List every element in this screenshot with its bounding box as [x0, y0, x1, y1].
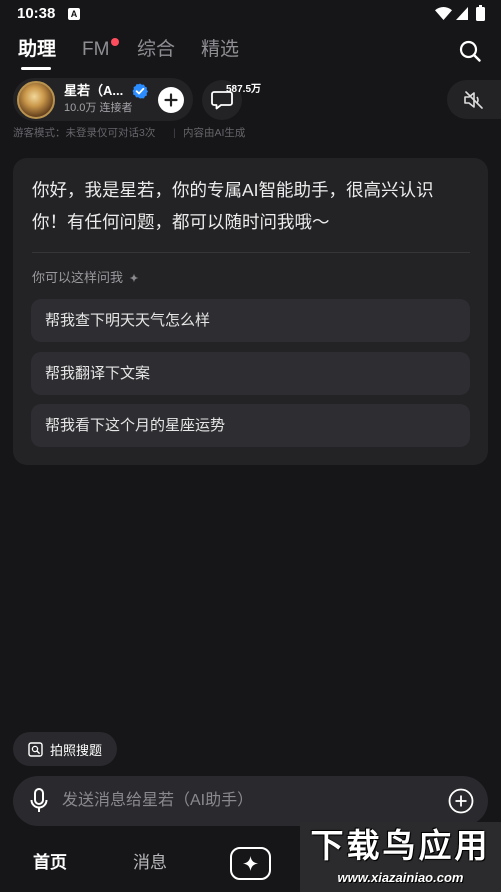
nav-messages[interactable]: 消息: [133, 853, 167, 873]
suggestion-horoscope[interactable]: 帮我看下这个月的星座运势: [31, 404, 470, 447]
plus-icon: [164, 93, 178, 107]
greeting-message: 你好，我是星若，你的专属AI智能助手，很高兴认识 你！有任何问题，都可以随时问我…: [32, 174, 434, 238]
active-tab-indicator: [21, 67, 51, 70]
watermark: 下载鸟应用 www.xiazainiao.com: [300, 822, 501, 892]
nav-home[interactable]: 首页: [33, 853, 67, 873]
avatar[interactable]: [17, 81, 55, 119]
battery-icon: [476, 5, 485, 21]
suggestion-weather[interactable]: 帮我查下明天天气怎么样: [31, 299, 470, 342]
sparkle-icon: [129, 273, 139, 283]
create-button[interactable]: [230, 847, 271, 880]
microphone-icon[interactable]: [30, 788, 48, 814]
signal-icon: [456, 7, 468, 20]
fm-badge-dot: [111, 38, 119, 46]
photo-search-label[interactable]: 拍照搜题: [50, 740, 102, 759]
watermark-title: 下载鸟应用: [310, 827, 491, 864]
follower-count: 10.0万 连接者: [64, 102, 133, 114]
speaker-mute-icon: [464, 90, 483, 109]
photo-search-button[interactable]: 拍照搜题: [13, 732, 117, 766]
verified-icon: [132, 83, 148, 99]
follow-button[interactable]: [158, 87, 184, 113]
greeting-line: 你！有任何问题，都可以随时问我哦～: [32, 212, 330, 232]
card-divider: [32, 252, 470, 253]
suggestion-translate[interactable]: 帮我翻译下文案: [31, 352, 470, 395]
tab-featured[interactable]: 精选: [201, 38, 239, 62]
watermark-url: www.xiazainiao.com: [337, 870, 464, 885]
message-input[interactable]: [62, 786, 432, 816]
tab-general[interactable]: 综合: [137, 38, 175, 62]
tab-assistant[interactable]: 助理: [18, 38, 56, 62]
photo-search-icon: [28, 741, 43, 757]
greeting-line: 你好，我是星若，你的专属AI智能助手，很高兴认识: [32, 180, 434, 200]
notice-separator: |: [173, 127, 176, 139]
guest-mode-notice: 游客模式：未登录仅可对话3次: [13, 127, 156, 139]
suggestions-title: 你可以这样问我: [32, 270, 124, 285]
suggestions-heading: 你可以这样问我: [32, 270, 139, 286]
chat-count-badge: 587.5万: [226, 84, 262, 95]
wifi-icon: [435, 7, 452, 20]
sparkle-create-icon: [242, 855, 259, 872]
ai-generated-notice: 内容由AI生成: [183, 127, 246, 139]
tab-fm[interactable]: FM: [82, 38, 109, 62]
mute-toggle-button[interactable]: [447, 80, 501, 119]
search-icon[interactable]: [459, 40, 481, 62]
assistant-name: 星若（A...: [64, 83, 124, 98]
status-time: 10:38: [17, 5, 56, 22]
plus-circle-icon[interactable]: [448, 788, 474, 814]
a-notification-icon: A: [68, 8, 80, 20]
